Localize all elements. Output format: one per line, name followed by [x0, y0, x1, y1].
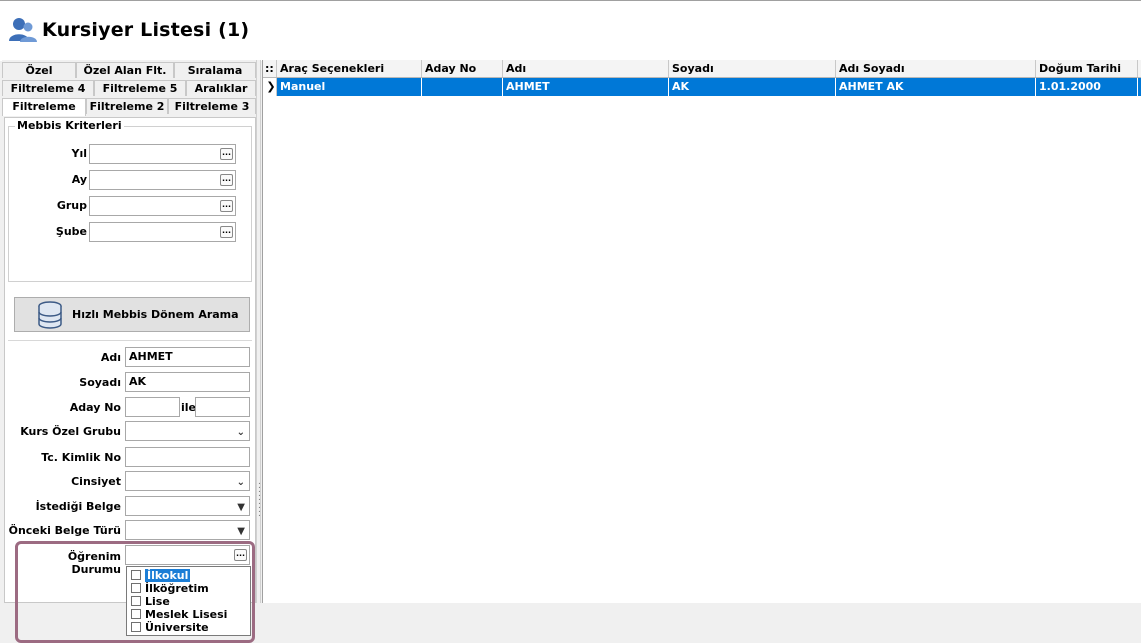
- aday-no-from-field[interactable]: [125, 397, 180, 417]
- sube-ellipsis-button[interactable]: ...: [220, 226, 233, 238]
- ogrenim-durumu-ellipsis-button[interactable]: ...: [234, 549, 247, 561]
- sube-field[interactable]: ...: [89, 222, 236, 242]
- aday-no-to-field[interactable]: [195, 397, 250, 417]
- adi-field[interactable]: AHMET: [125, 347, 250, 367]
- checklist-item-ilkogretim[interactable]: İlköğretim: [131, 582, 209, 595]
- chevron-down-icon: ⌄: [236, 427, 245, 438]
- checklist-item-ilkokul[interactable]: İlkokul: [131, 568, 192, 583]
- hizli-mebbis-button-label: Hızlı Mebbis Dönem Arama: [72, 308, 239, 321]
- table-row[interactable]: ❯ Manuel AHMET AK AHMET AK 1.01.2000: [263, 78, 1141, 96]
- tab-ozel[interactable]: Özel: [2, 62, 76, 78]
- table-cell[interactable]: AHMET: [503, 78, 669, 96]
- tab-filtreleme[interactable]: Filtreleme: [2, 98, 86, 116]
- ogrenim-durumu-label: Öğrenim Durumu: [67, 550, 121, 576]
- kursiyer-grid[interactable]: :: Araç Seçenekleri Aday No Adı Soyadı A…: [262, 60, 1141, 603]
- checklist-item-meslek-lisesi[interactable]: Meslek Lisesi: [131, 608, 227, 621]
- hizli-mebbis-button[interactable]: Hızlı Mebbis Dönem Arama: [14, 297, 250, 332]
- kurs-ozel-grubu-select[interactable]: ⌄: [125, 421, 250, 441]
- istedigi-belge-label: İstediği Belge: [35, 500, 121, 513]
- checkbox[interactable]: [131, 609, 141, 619]
- column-header-adi-soyadi[interactable]: Adı Soyadı: [836, 60, 1036, 77]
- tab-filtreleme-5[interactable]: Filtreleme 5: [94, 80, 186, 96]
- page-title: Kursiyer Listesi (1): [42, 19, 250, 41]
- grup-label: Grup: [56, 199, 87, 212]
- column-header-soyadi[interactable]: Soyadı: [669, 60, 836, 77]
- checkbox[interactable]: [131, 622, 141, 632]
- onceki-belge-turu-select[interactable]: ▼: [125, 520, 250, 540]
- tc-kimlik-no-field[interactable]: [125, 447, 250, 467]
- checkbox[interactable]: [131, 583, 141, 593]
- checkbox[interactable]: [131, 596, 141, 606]
- kurs-ozel-grubu-label: Kurs Özel Grubu: [20, 425, 121, 438]
- ogrenim-durumu-checklist[interactable]: İlkokul İlköğretim Lise Meslek Lisesi Ün…: [126, 566, 251, 636]
- table-cell[interactable]: [422, 78, 503, 96]
- splitter-grip-icon: .........: [258, 477, 261, 519]
- ay-ellipsis-button[interactable]: ...: [220, 174, 233, 186]
- caret-down-icon: ▼: [237, 526, 245, 537]
- cinsiyet-label: Cinsiyet: [71, 475, 121, 488]
- cinsiyet-select[interactable]: ⌄: [125, 471, 250, 491]
- column-header-dogum-tarihi[interactable]: Doğum Tarihi: [1036, 60, 1138, 77]
- column-header-adi[interactable]: Adı: [503, 60, 669, 77]
- onceki-belge-turu-label: Önceki Belge Türü: [8, 524, 121, 537]
- grup-ellipsis-button[interactable]: ...: [220, 200, 233, 212]
- column-header-aday-no[interactable]: Aday No: [422, 60, 503, 77]
- filter-panel: Özel Özel Alan Flt. Sıralama Filtreleme …: [2, 60, 256, 643]
- tab-filtreleme-4[interactable]: Filtreleme 4: [2, 80, 94, 96]
- adi-label: Adı: [100, 351, 121, 364]
- tab-ozel-alan-flt[interactable]: Özel Alan Flt.: [76, 62, 174, 78]
- sube-label: Şube: [55, 225, 87, 238]
- database-icon: [38, 301, 62, 329]
- checklist-item-lise[interactable]: Lise: [131, 595, 170, 608]
- grid-header: :: Araç Seçenekleri Aday No Adı Soyadı A…: [263, 60, 1141, 78]
- filter-panel-body: Mebbis Kriterleri Yıl ... Ay ... Grup ..…: [4, 117, 256, 643]
- yil-ellipsis-button[interactable]: ...: [220, 148, 233, 160]
- row-indicator-icon[interactable]: ❯: [263, 78, 277, 96]
- tc-kimlik-no-label: Tc. Kimlik No: [41, 451, 121, 464]
- aday-no-label: Aday No: [69, 401, 121, 414]
- tab-filtreleme-2[interactable]: Filtreleme 2: [86, 98, 168, 114]
- mebbis-legend: Mebbis Kriterleri: [15, 119, 124, 132]
- column-header-arac-secenekleri[interactable]: Araç Seçenekleri: [277, 60, 422, 77]
- table-cell[interactable]: AK: [669, 78, 836, 96]
- yil-label: Yıl: [71, 147, 87, 160]
- aday-no-connector: ile: [181, 401, 197, 414]
- ogrenim-durumu-field[interactable]: ...: [125, 545, 250, 565]
- users-icon: [9, 18, 37, 42]
- checkbox[interactable]: [131, 570, 141, 580]
- yil-field[interactable]: ...: [89, 144, 236, 164]
- grup-field[interactable]: ...: [89, 196, 236, 216]
- soyadi-label: Soyadı: [79, 376, 121, 389]
- caret-down-icon: ▼: [237, 502, 245, 513]
- istedigi-belge-select[interactable]: ▼: [125, 496, 250, 516]
- mebbis-group: Mebbis Kriterleri Yıl ... Ay ... Grup ..…: [8, 119, 252, 282]
- chevron-down-icon: ⌄: [236, 477, 245, 488]
- table-cell[interactable]: AHMET AK: [836, 78, 1036, 96]
- grid-corner-icon[interactable]: ::: [263, 60, 277, 77]
- tab-siralama[interactable]: Sıralama: [174, 62, 256, 78]
- ay-label: Ay: [71, 173, 87, 186]
- table-cell[interactable]: 1.01.2000: [1036, 78, 1138, 96]
- soyadi-field[interactable]: AK: [125, 372, 250, 392]
- title-bar: Kursiyer Listesi (1): [0, 0, 1141, 61]
- table-cell[interactable]: Manuel: [277, 78, 422, 96]
- tab-araliklar[interactable]: Aralıklar: [186, 80, 256, 96]
- checklist-item-universite[interactable]: Üniversite: [131, 621, 209, 634]
- tab-filtreleme-3[interactable]: Filtreleme 3: [168, 98, 256, 114]
- divider: [8, 340, 252, 341]
- ay-field[interactable]: ...: [89, 170, 236, 190]
- panel-splitter[interactable]: .........: [256, 60, 261, 603]
